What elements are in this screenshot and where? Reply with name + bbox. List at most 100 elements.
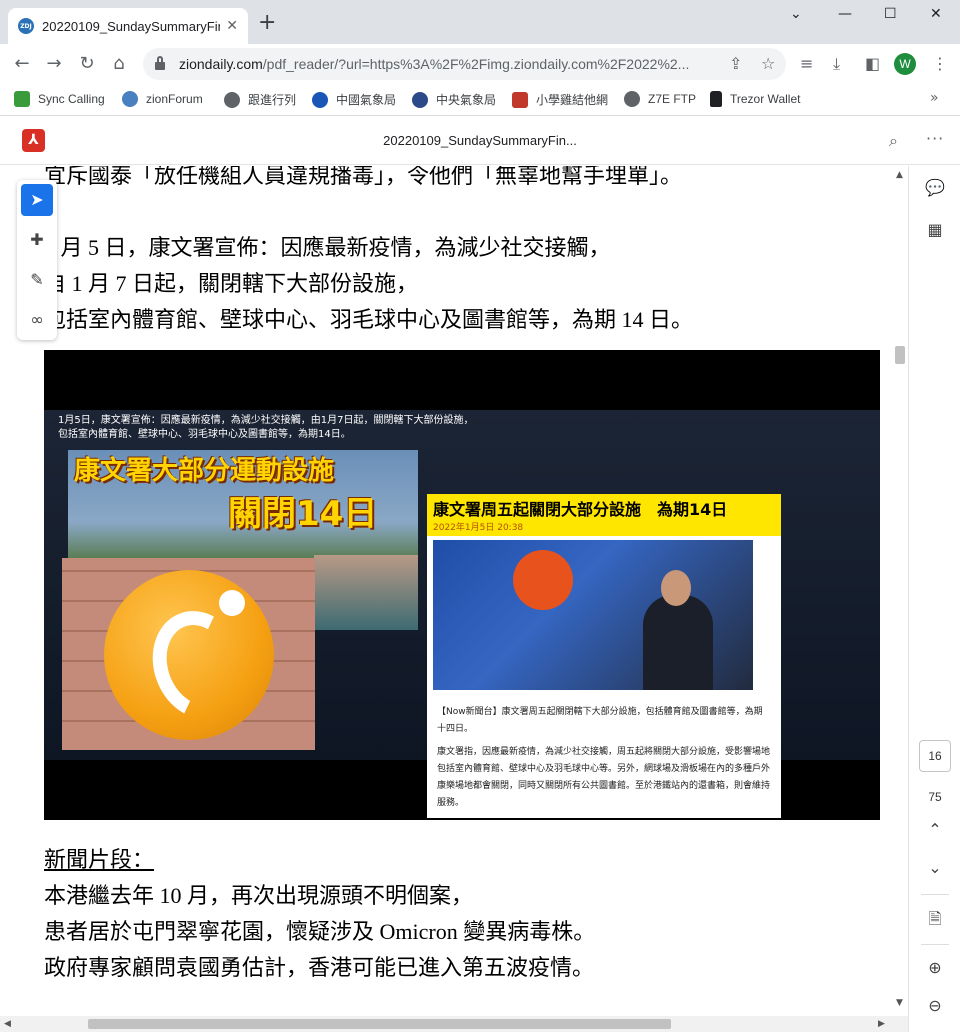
video-frame[interactable]: 1月5日，康文署宣佈：因應最新疫情，為減少社交接觸，由1月7日起，關閉轄下大部份… <box>44 350 880 820</box>
news-header: 康文署周五起關閉大部分設施 為期14日 2022年1月5日 20:38 <box>427 494 781 536</box>
bookmark-label: Z7E FTP <box>648 92 697 106</box>
news-anchor-body <box>643 595 713 690</box>
news-anchor-head <box>661 570 691 606</box>
news-anchor-image <box>433 540 753 690</box>
select-pointer-icon[interactable]: ➤ <box>21 184 53 216</box>
scroll-up-arrow-icon[interactable]: ▲ <box>896 170 903 180</box>
video-content: 1月5日，康文署宣佈：因應最新疫情，為減少社交接觸，由1月7日起，關閉轄下大部份… <box>44 410 880 818</box>
freehand-draw-icon[interactable]: ∞ <box>21 304 53 336</box>
annotation-toolbar: ➤ ✚ ✎ ∞ <box>17 180 57 340</box>
bookmark-label: 中國氣象局 <box>336 93 397 107</box>
add-comment-icon[interactable]: ✚ <box>21 224 53 256</box>
previous-page-icon[interactable]: ⌃ <box>909 820 960 839</box>
browser-toolbar: ← → ↻ ⌂ ziondaily.com/pdf_reader/?url=ht… <box>0 44 960 84</box>
lock-icon[interactable] <box>155 56 165 70</box>
sync-calling-icon <box>14 91 30 107</box>
bookmark-cma[interactable]: 中國氣象局 <box>312 91 396 108</box>
bookmark-sync-calling[interactable]: Sync Calling <box>14 91 105 107</box>
url-text: ziondaily.com/pdf_reader/?url=https%3A%2… <box>179 56 724 72</box>
news-title: 康文署周五起關閉大部分設施 為期14日 <box>433 500 728 519</box>
headline-primary: 康文署大部分運動設施 <box>74 456 335 486</box>
bookmark-trezor[interactable]: Trezor Wallet <box>710 91 800 107</box>
minimize-icon[interactable]: — <box>838 6 852 22</box>
title-bar: ZDJ 20220109_SundaySummaryFin ✕ + ⌄ — ☐ … <box>0 0 960 44</box>
bookmark-label: 跟進行列 <box>248 93 297 107</box>
horizontal-scroll-thumb[interactable] <box>88 1019 671 1029</box>
url-host: ziondaily.com <box>179 56 263 72</box>
maximize-icon[interactable]: ☐ <box>884 6 897 22</box>
paragraph-line: 本港繼去年 10 月，再次出現源頭不明個案， <box>44 883 474 908</box>
caption-line: 1月5日，康文署宣佈：因應最新疫情，為減少社交接觸，由1月7日起，關閉轄下大部份… <box>58 415 474 426</box>
more-bookmarks-icon[interactable]: » <box>930 90 939 106</box>
cma-icon <box>312 91 328 108</box>
now-logo-icon <box>513 550 573 610</box>
reading-list-icon[interactable]: ≡ <box>800 54 813 73</box>
zoom-in-icon[interactable]: ⊕ <box>909 958 960 977</box>
paragraph-line: 宜斥國泰「放任機組人員違規播毒」，令他們「無辜地幫手埋單」。 <box>44 166 683 188</box>
next-page-icon[interactable]: ⌄ <box>909 858 960 877</box>
bookmark-label: Trezor Wallet <box>730 92 801 106</box>
paragraph-line: 自 1 月 7 日起，關閉轄下大部份設施， <box>44 271 419 296</box>
browser-tab[interactable]: ZDJ 20220109_SundaySummaryFin ✕ <box>8 8 248 44</box>
page-fit-icon[interactable]: 🗎 <box>909 908 960 935</box>
bookmark-label: 中央氣象局 <box>436 93 497 107</box>
bookmark-label: zionForum <box>146 92 203 106</box>
video-caption: 1月5日，康文署宣佈：因應最新疫情，為減少社交接觸，由1月7日起，關閉轄下大部份… <box>58 414 473 442</box>
url-path: /pdf_reader/?url=https%3A%2F%2Fimg.ziond… <box>262 56 690 72</box>
trezor-lock-icon <box>710 91 722 107</box>
close-tab-icon[interactable]: ✕ <box>226 18 238 34</box>
bookmarks-bar: Sync Calling zionForum 跟進行列 中國氣象局 中央氣象局 … <box>0 84 960 116</box>
news-body: 【Now新聞台】康文署周五起關閉轄下大部分設施，包括體育館及圖書館等，為期十四日… <box>437 704 771 818</box>
paragraph-line: 1 月 5 日，康文署宣佈：因應最新疫情，為減少社交接觸， <box>44 235 611 260</box>
share-icon[interactable]: ⇪ <box>729 54 742 73</box>
reload-icon[interactable]: ↻ <box>75 52 99 76</box>
highlight-pen-icon[interactable]: ✎ <box>21 264 53 296</box>
headline-secondary: 關閉14日 <box>228 494 378 534</box>
bookmark-follow-queue[interactable]: 跟進行列 <box>224 91 296 108</box>
search-icon[interactable]: ⌕ <box>889 131 898 151</box>
home-icon[interactable]: ⌂ <box>107 52 131 76</box>
scroll-left-arrow-icon[interactable]: ◀ <box>4 1019 11 1029</box>
bookmark-guitar[interactable]: 小學雞結他網 <box>512 91 608 108</box>
bookmark-star-icon[interactable]: ☆ <box>761 54 775 73</box>
zionforum-icon <box>122 91 138 107</box>
paragraph-line: 患者居於屯門翠寧花園，懷疑涉及 Omicron 變異病毒株。 <box>44 919 596 944</box>
profile-avatar[interactable]: W <box>894 53 916 75</box>
bookmark-z7e-ftp[interactable]: Z7E FTP <box>624 91 696 107</box>
more-options-icon[interactable]: ··· <box>926 129 944 148</box>
news-paragraph: 康文署指，因應最新疫情，為減少社交接觸，周五起將關閉大部分設施，受影響場地包括室… <box>437 747 771 808</box>
guitar-site-icon <box>512 91 528 108</box>
news-article-panel: 康文署周五起關閉大部分設施 為期14日 2022年1月5日 20:38 【Now… <box>427 494 781 818</box>
tab-search-icon[interactable]: ⌄ <box>790 6 802 22</box>
zoom-out-icon[interactable]: ⊖ <box>909 996 960 1015</box>
comments-icon[interactable]: 💬 <box>909 178 960 197</box>
bookmark-label: 小學雞結他網 <box>536 93 609 107</box>
bookmark-zionforum[interactable]: zionForum <box>122 91 203 107</box>
address-bar[interactable]: ziondaily.com/pdf_reader/?url=https%3A%2… <box>143 48 786 80</box>
close-window-icon[interactable]: ✕ <box>930 6 942 22</box>
vertical-scrollbar[interactable]: ▲ ▼ <box>892 166 908 1016</box>
side-panel-icon[interactable]: ◧ <box>865 54 880 73</box>
scroll-right-arrow-icon[interactable]: ▶ <box>878 1019 885 1029</box>
scroll-down-arrow-icon[interactable]: ▼ <box>896 998 903 1008</box>
bookmark-cwb[interactable]: 中央氣象局 <box>412 91 496 108</box>
headline-overlay: 康文署大部分運動設施 關閉14日 <box>68 450 418 550</box>
new-tab-button[interactable]: + <box>258 12 276 34</box>
vertical-scroll-thumb[interactable] <box>895 346 905 364</box>
news-paragraph: 【Now新聞台】康文署周五起關閉轄下大部分設施，包括體育館及圖書館等，為期十四日… <box>437 707 763 734</box>
caption-line: 包括室內體育館、壁球中心、羽毛球中心及圖書館等，為期14日。 <box>58 429 351 440</box>
forward-icon[interactable]: → <box>42 52 66 76</box>
tab-title: 20220109_SundaySummaryFin <box>42 18 221 34</box>
basketball-court-photo <box>314 555 418 630</box>
horizontal-scrollbar[interactable]: ◀ ▶ <box>0 1016 908 1032</box>
menu-kebab-icon[interactable]: ⋮ <box>932 54 948 73</box>
pdf-title: 20220109_SundaySummaryFin... <box>383 133 577 148</box>
total-pages: 75 <box>928 790 942 804</box>
site-favicon-icon: ZDJ <box>18 18 34 34</box>
current-page-input[interactable]: 16 <box>919 740 951 772</box>
cwb-icon <box>412 91 428 108</box>
thumbnails-grid-icon[interactable]: ▦ <box>909 220 960 239</box>
back-icon[interactable]: ← <box>10 52 34 76</box>
download-icon[interactable]: ⤓ <box>833 54 840 74</box>
pdf-right-sidebar: 💬 ▦ 16 75 ⌃ ⌄ 🗎 ⊕ ⊖ <box>908 166 960 1032</box>
